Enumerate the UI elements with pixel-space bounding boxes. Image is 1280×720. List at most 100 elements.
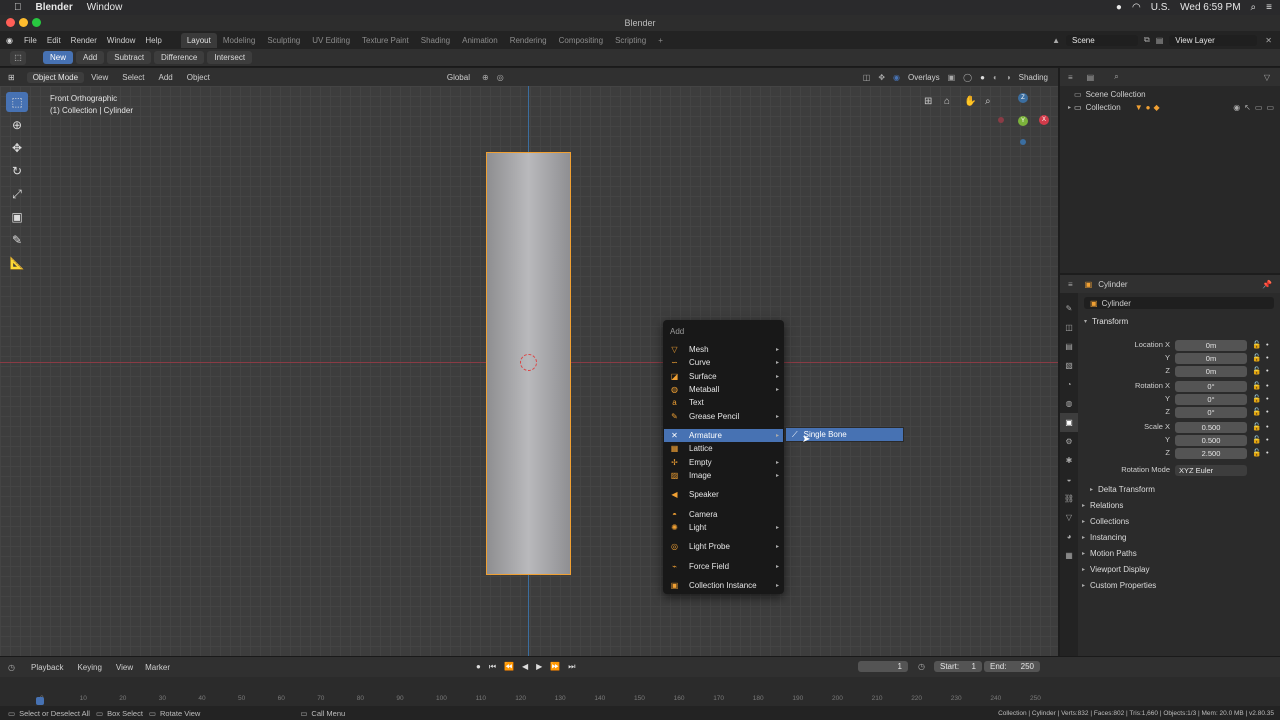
texture-tab-icon[interactable]: ▦	[1060, 546, 1078, 565]
outliner-search-icon[interactable]: ⌕	[1114, 72, 1118, 82]
pan-hand-icon[interactable]: ✋	[964, 96, 976, 107]
tab-sculpting[interactable]: Sculpting	[261, 33, 306, 48]
tab-scripting[interactable]: Scripting	[609, 33, 652, 48]
zoom-icon[interactable]: ⌕	[985, 96, 991, 107]
wireframe-shading-icon[interactable]: ◯	[963, 73, 972, 82]
gizmo-neg-z-axis[interactable]	[1020, 139, 1026, 145]
gizmo-z-axis[interactable]: Z	[1018, 93, 1028, 103]
orientation-dropdown[interactable]: Global	[447, 73, 470, 82]
menu-file[interactable]: File	[19, 36, 42, 45]
add-menu-item-force-field[interactable]: ⌁ Force Field ▸	[664, 560, 783, 573]
panel-custom-properties[interactable]: ▸ Custom Properties	[1082, 578, 1274, 593]
render-disable-icon[interactable]: ▭	[1266, 103, 1274, 112]
lock-icon[interactable]: 🔓	[1252, 435, 1261, 444]
3d-cursor-icon[interactable]	[520, 354, 537, 371]
xray-icon[interactable]: ▣	[948, 73, 956, 82]
add-menu-item-collection-instance[interactable]: ▣ Collection Instance ▸	[664, 579, 783, 592]
cursor-tool-icon[interactable]: ⊕	[6, 115, 28, 135]
jump-start-icon[interactable]: ⏮	[489, 662, 496, 672]
menu-playback[interactable]: Playback	[31, 663, 63, 672]
object-tab-icon[interactable]: ▣	[1060, 413, 1078, 432]
blender-logo-icon[interactable]: ◉	[0, 36, 19, 45]
add-menu-item-curve[interactable]: ∽ Curve ▸	[664, 356, 783, 369]
menu-add[interactable]: Add	[152, 73, 180, 82]
camera-grid-icon[interactable]: ⊞	[924, 96, 932, 107]
expand-icon[interactable]: ▸	[1068, 104, 1071, 111]
lock-icon[interactable]: 🔓	[1252, 407, 1261, 416]
apple-icon[interactable]: 	[14, 2, 22, 13]
collapse-icon[interactable]: ▾	[1084, 318, 1087, 325]
tab-compositing[interactable]: Compositing	[553, 33, 609, 48]
menu-object[interactable]: Object	[180, 73, 217, 82]
filter-icon[interactable]: ▽	[1264, 73, 1270, 82]
add-menu-item-speaker[interactable]: ◀ Speaker	[664, 488, 783, 501]
menu-edit[interactable]: Edit	[42, 36, 66, 45]
panel-instancing[interactable]: ▸ Instancing	[1082, 530, 1274, 545]
gizmo-x-axis[interactable]: X	[1039, 115, 1049, 125]
mode-intersect-button[interactable]: Intersect	[207, 51, 253, 64]
measure-tool-icon[interactable]: 📐	[6, 253, 28, 273]
keyframe-dot-icon[interactable]: •	[1266, 422, 1269, 431]
data-tab-icon[interactable]: ▽	[1060, 508, 1078, 527]
outliner-editor-icon[interactable]: ≡	[1068, 73, 1073, 82]
panel-viewport-display[interactable]: ▸ Viewport Display	[1082, 562, 1274, 577]
lock-icon[interactable]: 🔓	[1252, 353, 1261, 362]
shading-dropdown[interactable]: Shading	[1019, 73, 1048, 82]
transform-tool-icon[interactable]: ▣	[6, 207, 28, 227]
editor-type-icon[interactable]: ⊞	[8, 73, 15, 82]
next-keyframe-icon[interactable]: ⏩	[550, 662, 560, 672]
expand-icon[interactable]: ▸	[1082, 566, 1085, 573]
zoom-window-button[interactable]	[32, 18, 41, 27]
camera-view-icon[interactable]: ⌂	[944, 96, 950, 107]
menu-keying[interactable]: Keying	[77, 663, 101, 672]
overlays-dropdown[interactable]: Overlays	[908, 73, 940, 82]
menu-list-icon[interactable]: ≡	[1266, 2, 1272, 13]
timeline-ruler[interactable]: 0102030405060708090100110120130140150160…	[0, 679, 1058, 705]
solid-shading-icon[interactable]: ●	[980, 73, 985, 82]
wifi-icon[interactable]: ◠	[1132, 2, 1141, 13]
keyframe-dot-icon[interactable]: •	[1266, 381, 1269, 390]
transform-value-field[interactable]: 0m	[1175, 340, 1247, 351]
scene-selector[interactable]: Scene	[1066, 34, 1139, 46]
transform-panel-header[interactable]: ▾ Transform	[1084, 317, 1128, 326]
delta-transform-panel[interactable]: ▸ Delta Transform	[1090, 482, 1280, 497]
rendered-shading-icon[interactable]: ◑	[1006, 73, 1011, 82]
menu-help[interactable]: Help	[140, 36, 166, 45]
start-frame-field[interactable]: Start: 1	[934, 661, 982, 672]
gizmo-neg-x-axis[interactable]	[998, 117, 1004, 123]
transform-value-field[interactable]: 2.500	[1175, 448, 1247, 459]
add-menu-item-surface[interactable]: ◪ Surface ▸	[664, 370, 783, 383]
tab-animation[interactable]: Animation	[456, 33, 504, 48]
view-layer-selector[interactable]: View Layer	[1169, 34, 1258, 46]
app-menu-blender[interactable]: Blender	[36, 2, 73, 13]
overlays-icon[interactable]: ◉	[893, 73, 900, 82]
play-icon[interactable]: ▶	[536, 662, 542, 672]
keyframe-dot-icon[interactable]: •	[1266, 394, 1269, 403]
transform-value-field[interactable]: 0°	[1175, 407, 1247, 418]
mode-new-button[interactable]: New	[43, 51, 74, 64]
particles-tab-icon[interactable]: ✱	[1060, 451, 1078, 470]
playhead[interactable]	[36, 697, 44, 705]
transform-value-field[interactable]: 0°	[1175, 394, 1247, 405]
select-arrow-icon[interactable]: ↖	[1244, 103, 1251, 112]
lock-icon[interactable]: 🔓	[1252, 381, 1261, 390]
add-menu-item-camera[interactable]: ◓ Camera	[664, 508, 783, 521]
select-box-tool-icon[interactable]: ⬚	[6, 92, 28, 112]
material-tab-icon[interactable]: ◕	[1060, 527, 1078, 546]
record-keyframe-icon[interactable]: ●	[476, 662, 481, 672]
lock-icon[interactable]: 🔓	[1252, 366, 1261, 375]
add-menu-item-empty[interactable]: ✢ Empty ▸	[664, 456, 783, 469]
lock-icon[interactable]: 🔓	[1252, 340, 1261, 349]
menu-window[interactable]: Window	[102, 36, 140, 45]
snap-icon[interactable]: ⊕	[482, 73, 489, 82]
scene-tab-icon[interactable]: ◔	[1060, 375, 1078, 394]
pin-icon[interactable]: 📌	[1262, 280, 1272, 289]
menu-timeline-view[interactable]: View	[116, 663, 133, 672]
add-menu-item-light-probe[interactable]: ◎ Light Probe ▸	[664, 540, 783, 553]
view-layer-tab-icon[interactable]: ▧	[1060, 356, 1078, 375]
panel-motion-paths[interactable]: ▸ Motion Paths	[1082, 546, 1274, 561]
world-tab-icon[interactable]: ◍	[1060, 394, 1078, 413]
keyframe-dot-icon[interactable]: •	[1266, 407, 1269, 416]
prev-keyframe-icon[interactable]: ⏪	[504, 662, 514, 672]
menu-marker[interactable]: Marker	[145, 663, 170, 672]
